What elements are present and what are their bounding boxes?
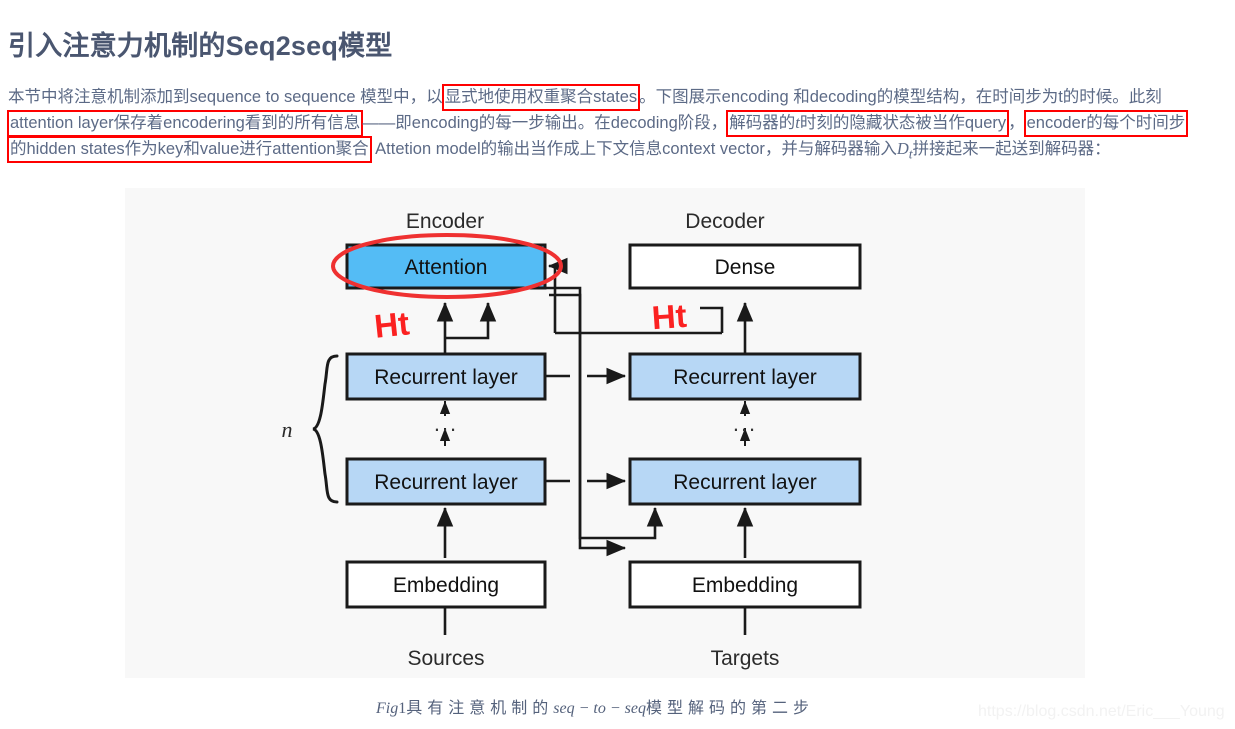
decoder-embedding-label: Embedding bbox=[692, 574, 798, 597]
figure-panel: Encoder Decoder Attention Dense Recurren… bbox=[125, 188, 1085, 678]
dense-node: Dense bbox=[628, 243, 862, 290]
decoder-recurrent-top-label: Recurrent layer bbox=[673, 366, 817, 389]
highlight-box-3: 解码器的t时刻的隐藏状态被当作query bbox=[726, 109, 1010, 137]
paragraph-text-5: Attetion model的输出当作成上下文信息context vector，… bbox=[375, 140, 897, 158]
caption-fig-prefix: Fig bbox=[376, 700, 399, 717]
highlight-3-part-a: 解码器的 bbox=[729, 113, 796, 132]
encoder-embedding-node: Embedding bbox=[345, 560, 547, 609]
decoder-recurrent-top: Recurrent layer bbox=[628, 352, 862, 401]
caption-text-a: 具有注意机制的 bbox=[406, 700, 554, 717]
decoder-embedding-node: Embedding bbox=[628, 560, 862, 609]
page-title: 引入注意力机制的Seq2seq模型 bbox=[8, 31, 393, 62]
paragraph-text-6: 拼接起来一起送到解码器： bbox=[912, 140, 1111, 158]
caption-text-b: 模型解码的第二步 bbox=[645, 700, 814, 717]
encoder-recurrent-bottom-label: Recurrent layer bbox=[374, 471, 518, 494]
encoder-recurrent-top-label: Recurrent layer bbox=[374, 366, 518, 389]
encoder-ellipsis: ... bbox=[434, 411, 458, 436]
dense-box-label: Dense bbox=[715, 256, 776, 279]
highlight-box-2: attention layer保存着encodering看到的所有信息 bbox=[6, 109, 364, 137]
targets-label: Targets bbox=[711, 647, 780, 670]
annotation-ht-encoder: Ht bbox=[373, 304, 412, 344]
encoder-recurrent-bottom: Recurrent layer bbox=[345, 457, 547, 506]
sources-label: Sources bbox=[407, 647, 484, 670]
encoder-embedding-label: Embedding bbox=[393, 574, 499, 597]
decoder-ellipsis: ... bbox=[733, 411, 757, 436]
annotation-ht-decoder: Ht bbox=[651, 297, 688, 336]
paragraph-text-4: ， bbox=[1008, 113, 1025, 132]
paragraph-text-1: 本节中将注意机制添加到sequence to sequence 模型中，以 bbox=[8, 88, 443, 106]
decoder-recurrent-bottom: Recurrent layer bbox=[628, 457, 862, 506]
encoder-column-label: Encoder bbox=[406, 210, 484, 233]
attention-box-label: Attention bbox=[405, 256, 488, 279]
highlight-box-1: 显式地使用权重聚合states bbox=[441, 84, 641, 111]
highlight-box-5: 的hidden states作为key和value进行attention聚合 bbox=[7, 136, 372, 163]
decoder-column-label: Decoder bbox=[685, 210, 764, 233]
highlight-3-part-b: 时刻的隐藏状态被当作query bbox=[799, 113, 1007, 132]
paragraph-text-3: ——即encoding的每一步输出。在decoding阶段， bbox=[362, 113, 728, 132]
encoder-recurrent-top: Recurrent layer bbox=[345, 352, 547, 401]
decoder-recurrent-bottom-label: Recurrent layer bbox=[673, 471, 817, 494]
paragraph-text-2: 。下图展示encoding 和decoding的模型结构，在时间步为t的时候。此… bbox=[639, 88, 1162, 106]
highlight-box-4: encoder的每个时间步 bbox=[1023, 109, 1189, 137]
n-layers-brace: n bbox=[282, 354, 339, 504]
attention-node: Attention bbox=[345, 243, 547, 290]
watermark: https://blog.csdn.net/Eric___Young bbox=[978, 703, 1225, 720]
caption-math: seq − to − seq bbox=[553, 700, 646, 717]
n-layers-label: n bbox=[282, 417, 293, 442]
article-paragraph: 本节中将注意机制添加到sequence to sequence 模型中，以 显式地… bbox=[6, 84, 1213, 167]
paragraph-italic-d: D bbox=[896, 139, 909, 158]
